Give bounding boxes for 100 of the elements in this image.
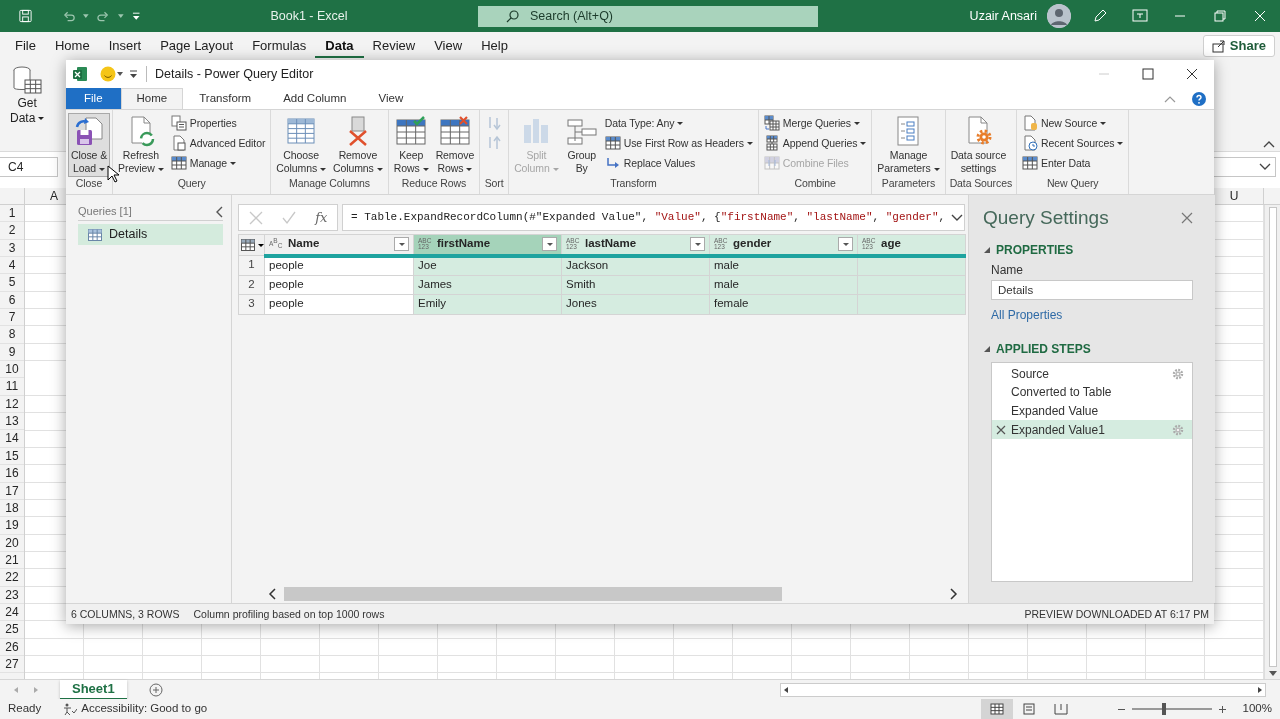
ribbon-button[interactable]: Data Type: Any (601, 113, 756, 133)
group-label: Query (176, 177, 207, 191)
horizontal-scrollbar[interactable] (780, 682, 1266, 697)
normal-view-icon[interactable] (980, 699, 1013, 719)
filter-button[interactable] (690, 237, 705, 252)
caret-icon (694, 242, 701, 246)
pane-title: Query Settings (983, 207, 1109, 230)
ribbon-button[interactable]: Close & Load (68, 113, 111, 177)
applied-step[interactable]: Expanded Value1 (992, 420, 1192, 440)
query-item[interactable]: Details (78, 224, 223, 246)
ribbon-tab[interactable]: View (362, 88, 420, 109)
ribbon-button[interactable]: Recent Sources (1019, 133, 1127, 153)
scroll-right-icon (34, 686, 38, 693)
ribbon-button[interactable]: Group By (562, 113, 601, 177)
ribbon-button[interactable]: Manage Parameters (874, 113, 943, 177)
status-text: 6 COLUMNS, 3 ROWS (71, 607, 180, 621)
group-label: Parameters (880, 177, 937, 191)
ribbon-button[interactable]: Refresh Preview (115, 113, 167, 177)
ribbon-button[interactable]: Data source settings (947, 113, 1010, 177)
ribbon-button[interactable]: Remove Columns (330, 113, 386, 177)
cancel-icon (248, 210, 263, 225)
ribbon-button[interactable]: Properties (167, 113, 269, 133)
all-properties-link[interactable]: All Properties (991, 307, 1063, 322)
search-field[interactable]: Search (Alt+Q) (478, 5, 818, 27)
row-header: 23 (0, 586, 24, 604)
group-label: Data Sources (948, 177, 1014, 191)
row-number: 2 (238, 275, 265, 295)
menu-tab[interactable]: Page Layout (150, 34, 244, 58)
row-header: 10 (0, 361, 24, 379)
row-header: 4 (0, 257, 24, 275)
row-header: 7 (0, 309, 24, 327)
sheet-tab[interactable]: Sheet1 (60, 679, 127, 700)
ribbon-button[interactable]: Manage (167, 153, 269, 173)
ribbon-button[interactable]: Use First Row as Headers (601, 133, 756, 153)
applied-step[interactable]: Source (992, 364, 1192, 384)
status-text: Column profiling based on top 1000 rows (193, 607, 385, 621)
ribbon-button[interactable]: Replace Values (601, 153, 756, 173)
ribbon-tab[interactable]: Add Column (267, 88, 363, 109)
ribbon-button[interactable]: Append Queries (760, 133, 870, 153)
menu-tab[interactable]: Data (315, 34, 364, 58)
column-name: firstName (437, 237, 491, 252)
ribbon-button[interactable]: Merge Queries (760, 113, 870, 133)
caret-icon (117, 14, 124, 18)
accessibility-status[interactable]: Accessibility: Good to go (81, 702, 208, 716)
ribbon-button[interactable]: Enter Data (1019, 153, 1127, 173)
menu-tab[interactable]: File (5, 34, 46, 58)
slider-thumb[interactable] (1161, 703, 1166, 715)
caret-icon (546, 242, 553, 246)
floppy-disk-icon (73, 115, 106, 147)
ribbon-button[interactable]: Advanced Editor (167, 133, 269, 153)
ribbon-button[interactable]: Choose Columns (273, 113, 330, 177)
ribbon-button[interactable]: Keep Rows (390, 113, 432, 177)
filter-button[interactable] (542, 237, 557, 252)
vertical-scrollbar[interactable] (1264, 205, 1280, 679)
excel-logo-icon (72, 66, 88, 82)
row-header: 12 (0, 395, 24, 414)
ribbon-button[interactable]: New Source (1019, 113, 1127, 133)
menu-tab[interactable]: Insert (98, 34, 152, 58)
check-icon (281, 210, 296, 225)
name-field[interactable]: Details (991, 279, 1193, 300)
function-label: fx (315, 209, 328, 226)
pane-header: Queries [1] (78, 205, 132, 219)
horizontal-scrollbar[interactable] (268, 586, 958, 602)
collapse-icon (983, 345, 991, 354)
group-label: Close (74, 177, 104, 191)
share-button[interactable]: Share (1202, 35, 1275, 57)
ribbon-tab[interactable]: Home (120, 88, 184, 109)
sort-ascending-icon (486, 115, 503, 131)
row-header: 24 (0, 603, 24, 622)
menu-tab[interactable]: Home (44, 34, 100, 58)
name-box[interactable]: C4 (0, 157, 58, 177)
scroll-right-icon (950, 588, 958, 600)
caret-icon (116, 71, 125, 77)
ribbon-tab[interactable]: Transform (183, 88, 268, 109)
formula-field[interactable]: = Table.ExpandRecordColumn(#"Expanded Value", "Value", {"firstName", "lastName", "gender", (342, 204, 965, 231)
menu-tab[interactable]: Help (471, 34, 518, 58)
status-text: PREVIEW DOWNLOADED AT 6:17 PM (1024, 607, 1209, 621)
expand-icon (950, 212, 964, 223)
filter-button[interactable] (394, 237, 409, 252)
menu-tab[interactable]: Review (362, 34, 426, 58)
collapse-icon (983, 246, 991, 254)
applied-step[interactable]: Expanded Value (992, 401, 1192, 421)
table-icon (170, 155, 187, 171)
filter-button[interactable] (838, 237, 853, 252)
row-header: 19 (0, 517, 24, 535)
row-header: 21 (0, 551, 24, 570)
ribbon-button[interactable]: Remove Rows (432, 113, 478, 177)
menu-tab[interactable]: Formulas (242, 34, 317, 58)
table-check-icon (395, 115, 428, 147)
row-header: 1 (0, 205, 24, 223)
applied-step[interactable]: Converted to Table (992, 383, 1192, 402)
menu-tab[interactable]: View (424, 34, 473, 58)
expand-icon (1259, 163, 1271, 171)
merge-icon (763, 115, 780, 131)
table-columns-icon (285, 115, 318, 147)
get-data-button[interactable]: Get Data (4, 60, 51, 130)
row-header: 14 (0, 430, 24, 448)
column-name: gender (733, 237, 772, 252)
document-icon (170, 135, 187, 151)
ribbon-tab[interactable]: File (66, 88, 121, 109)
